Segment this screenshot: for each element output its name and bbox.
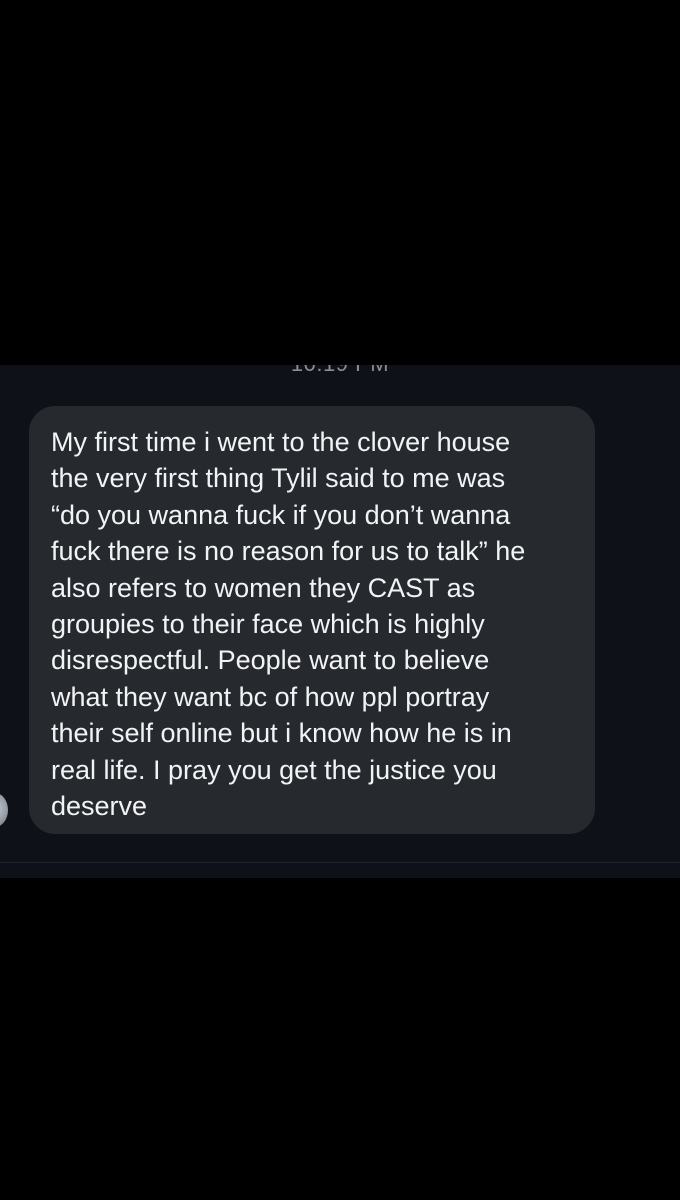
message-line: also refers to women they CAST as [51,572,476,603]
message-line: “do you wanna fuck if you don’t wanna [51,499,511,530]
thread-divider [0,862,680,863]
message-line: real life. I pray you get the justice yo… [51,754,497,785]
message-line: My first time i went to the clover house [51,427,511,457]
message-line: the very first thing Tylil said to me wa… [51,463,506,494]
sender-avatar[interactable] [0,793,8,827]
message-line: disrespectful. People want to believe [51,645,490,676]
message-line: their self online but i know how he is i… [51,718,512,749]
message-text: My first time i went to the clover house… [51,424,575,824]
message-line: deserve [51,791,148,822]
message-line: what they want bc of how ppl portray [51,681,490,712]
chat-thread[interactable]: 10:19 PM My first time i went to the clo… [0,365,680,878]
message-line: groupies to their face which is highly [51,609,485,640]
message-timestamp: 10:19 PM [0,365,680,377]
received-message-bubble[interactable]: My first time i went to the clover house… [29,406,595,834]
screenshot-page: 10:19 PM My first time i went to the clo… [0,0,680,1200]
message-line: fuck there is no reason for us to talk” … [51,536,526,567]
